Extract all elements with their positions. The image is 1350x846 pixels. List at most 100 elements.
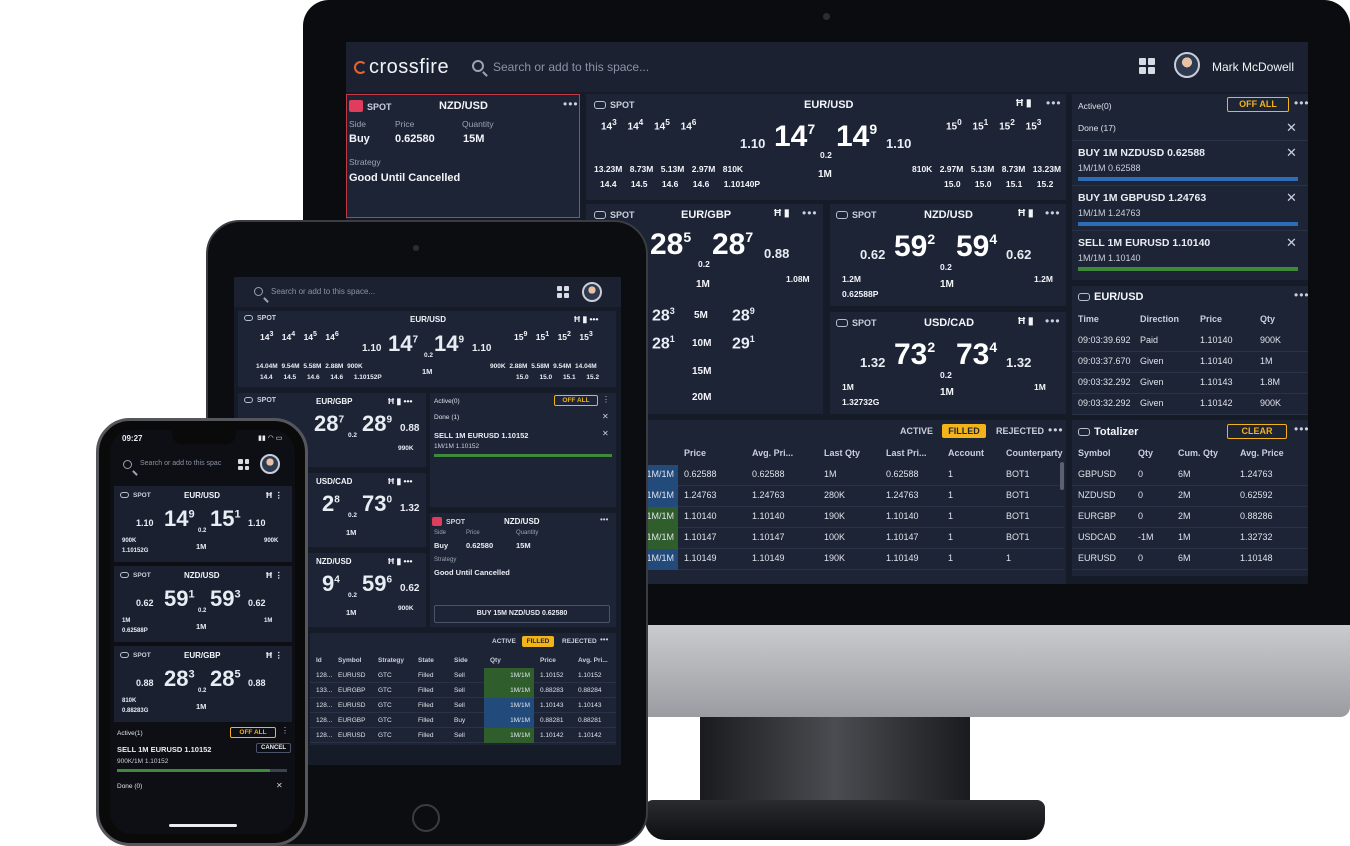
ask-price[interactable]: 730 [362,491,392,517]
ladder-qty-1[interactable]: 5M [694,310,708,321]
avatar[interactable] [1174,52,1200,78]
close-icon[interactable]: ✕ [276,781,283,790]
table-row[interactable]: 133... EURGBP GTC Filled Sell 1M/1M 0.88283 0.8… [310,683,616,698]
bid-price[interactable]: 149 [164,506,195,532]
price-value[interactable]: 0.62580 [395,133,435,145]
depth-icon[interactable]: Ħ ▮ [1016,98,1032,109]
ladder-right[interactable]: 150 151 152 153 [946,117,1041,132]
depth-icon[interactable]: Ħ ▮ [774,208,790,219]
side-value[interactable]: Buy [349,133,370,145]
price-tile-usdcad[interactable]: SPOT USD/CAD Ħ ▮ ••• 1.32 732 734 1.32 0… [830,312,1066,414]
depth-icon[interactable]: Ħ ⋮ [266,570,283,581]
column-header[interactable]: Avg. Pri... [578,657,608,664]
column-header[interactable]: Symbol [1078,448,1111,458]
more-icon[interactable]: ••• [1048,423,1064,437]
bid-price[interactable]: 285 [650,228,691,262]
table-row[interactable]: 128... EURGBP GTC Filled Buy 1M/1M 0.88281 0.88… [310,713,616,728]
mid-qty[interactable]: 1M [422,367,432,376]
submit-order-button[interactable]: BUY 15M NZD/USD 0.62580 [434,605,610,623]
brand-logo[interactable]: crossfire [354,56,449,79]
tab-active[interactable]: ACTIVE [900,426,933,436]
off-all-button[interactable]: OFF ALL [1227,97,1289,112]
order-title[interactable]: SELL 1M EURUSD 1.10152 [434,431,528,440]
bid-price[interactable]: 287 [314,411,344,437]
order-item[interactable]: BUY 1M GBPUSD 1.24763 ✕ 1M/1M 1.24763 [1072,185,1308,229]
depth-icon[interactable]: Ħ ▮ [1018,208,1034,219]
tab-rejected[interactable]: REJECTED [996,426,1044,436]
table-row[interactable]: 09:03:39.692 Paid 1.10140 900K [1072,331,1308,352]
column-header[interactable]: Id [316,657,322,664]
order-item[interactable]: SELL 1M EURUSD 1.10140 ✕ 1M/1M 1.10140 [1072,230,1308,274]
ask-price[interactable]: 151 [210,506,241,532]
table-row[interactable]: 09:03:32.292 Given 1.10142 900K [1072,394,1308,415]
column-header[interactable]: Qty [1138,448,1153,458]
bid-price[interactable]: 94 [322,571,340,597]
column-header[interactable]: Account [948,448,984,458]
column-header[interactable]: Price [540,657,556,664]
side-value[interactable]: Buy [434,541,448,550]
column-header[interactable]: Last Pri... [886,448,927,458]
more-icon[interactable]: ••• [1045,206,1061,220]
search-input[interactable]: Search or add to this spac [140,460,221,467]
order-title[interactable]: BUY 1M NZDUSD 0.62588 [1078,147,1205,159]
column-header[interactable]: Qty [490,657,501,664]
depth-icon[interactable]: Ħ ⋮ [266,650,283,661]
more-icon[interactable]: ••• [1046,96,1062,110]
bid-price[interactable]: 283 [164,666,195,692]
ask-price[interactable]: 596 [362,571,392,597]
mid-qty[interactable]: 1M [196,542,206,551]
more-icon[interactable]: ••• [1294,288,1308,302]
ladder-bid-1[interactable]: 283 [652,306,675,325]
more-icon[interactable]: ⋮ [602,395,610,404]
table-row[interactable]: USDCAD -1M 1M 1.32732 [1072,528,1308,549]
price-tile-eurusd[interactable]: SPOT EUR/USD Ħ ⋮ 1.10 149 151 1.10 0.2 900K 1.101… [114,486,292,562]
close-icon[interactable]: ✕ [1286,120,1297,136]
column-header[interactable]: Time [1078,314,1099,324]
order-title[interactable]: SELL 1M EURUSD 1.10152 [117,745,211,754]
bid-price[interactable]: 147 [774,120,815,154]
search-icon[interactable] [123,460,132,469]
table-row[interactable]: GBPUSD 0 6M 1.24763 [1072,465,1308,486]
mid-qty[interactable]: 1M [196,622,206,631]
column-header[interactable]: State [418,657,434,664]
ladder-left[interactable]: 143 144 145 146 [260,330,339,342]
ladder-ask-1[interactable]: 289 [732,306,755,325]
price-tile-eurusd[interactable]: SPOT EUR/USD Ħ ▮ ••• 143 144 145 146 150… [586,94,1066,200]
bid-price[interactable]: 732 [894,338,935,372]
mid-qty[interactable]: 1M [196,702,206,711]
close-icon[interactable]: ✕ [602,412,609,421]
table-row[interactable]: 1M/1M 1.10140 1.10140 190K 1.10140 1 BOT1 [594,507,1064,528]
cancel-button[interactable]: CANCEL [256,743,291,753]
column-header[interactable]: Price [1200,314,1222,324]
table-row[interactable]: 09:03:37.670 Given 1.10140 1M [1072,352,1308,373]
close-icon[interactable]: ✕ [602,429,609,438]
more-icon[interactable]: ••• [1294,96,1308,110]
apps-grid-icon[interactable] [557,286,569,298]
column-header[interactable]: Cum. Qty [1178,448,1218,458]
price-tile-eurusd[interactable]: SPOT EUR/USD Ħ ▮ ••• 143 144 145 146 159… [238,311,616,387]
search-icon[interactable] [254,287,263,296]
more-icon[interactable]: ••• [802,206,818,220]
ask-price[interactable]: 149 [434,331,464,357]
table-row[interactable]: 1M/1M 0.62588 0.62588 1M 0.62588 1 BOT1 [594,465,1064,486]
mid-qty[interactable]: 1M [940,387,954,398]
close-icon[interactable]: ✕ [1286,145,1297,161]
more-icon[interactable]: ••• [600,635,608,644]
ladder-right[interactable]: 159 151 152 153 [514,330,593,342]
ask-price[interactable]: 149 [836,120,877,154]
table-row[interactable]: EURGBP 0 2M 0.88286 [1072,507,1308,528]
table-row[interactable]: 1M/1M 1.24763 1.24763 280K 1.24763 1 BOT1 [594,486,1064,507]
table-row[interactable]: 128... EURUSD GTC Filled Sell 1M/1M 1.10143 1.1… [310,698,616,713]
more-icon[interactable]: ••• [563,97,579,111]
search-input[interactable]: Search or add to this space... [493,60,649,74]
depth-icon[interactable]: Ħ ▮ ••• [388,476,412,487]
strategy-value[interactable]: Good Until Cancelled [349,172,460,184]
qty-value[interactable]: 15M [463,133,484,145]
search-icon[interactable] [472,60,484,72]
bid-price[interactable]: 28 [322,491,340,517]
depth-icon[interactable]: Ħ ▮ [1018,316,1034,327]
table-row[interactable]: NZDUSD 0 2M 0.62592 [1072,486,1308,507]
ask-price[interactable]: 734 [956,338,997,372]
ask-price[interactable]: 593 [210,586,241,612]
ladder-ask-2[interactable]: 291 [732,334,755,353]
